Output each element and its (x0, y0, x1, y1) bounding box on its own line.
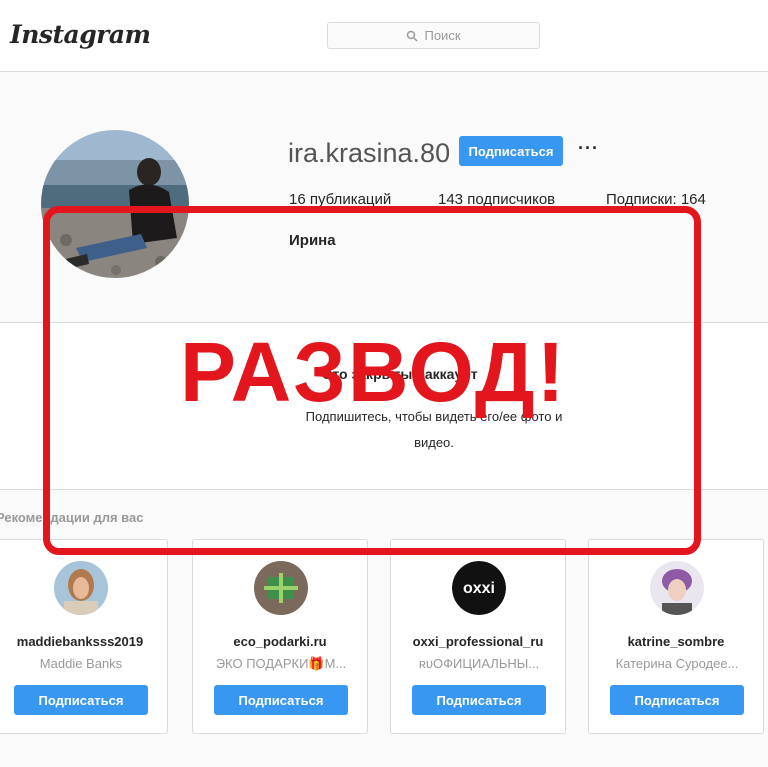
suggestion-card: maddiebanksss2019 Maddie Banks Подписать… (0, 539, 168, 734)
follow-button[interactable]: Подписаться (459, 136, 563, 166)
scam-warning-text: РАЗВОД! (180, 325, 567, 419)
top-navigation-bar: Instagram Поиск (0, 0, 768, 72)
instagram-profile-page: Instagram Поиск ira.krasina.80 Подписать… (0, 0, 768, 767)
profile-username: ira.krasina.80 (288, 138, 451, 168)
suggestion-card: oxxi oxxi_professional_ru ʀᴜОФИЦИАЛЬНЫ..… (390, 539, 566, 734)
follow-button[interactable]: Подписаться (412, 685, 546, 715)
follow-button[interactable]: Подписаться (610, 685, 744, 715)
suggestion-name: ЭКО ПОДАРКИ🎁М... (215, 656, 347, 671)
avatar[interactable] (254, 561, 308, 615)
suggestion-card: katrine_sombre Катерина Суродее... Подпи… (588, 539, 764, 734)
user-photo (54, 561, 108, 615)
search-icon (407, 30, 419, 42)
user-photo (650, 561, 704, 615)
suggestion-card: eco_podarki.ru ЭКО ПОДАРКИ🎁М... Подписат… (192, 539, 368, 734)
follow-button[interactable]: Подписаться (14, 685, 148, 715)
suggestion-username[interactable]: katrine_sombre (589, 634, 763, 649)
suggestion-username[interactable]: maddiebanksss2019 (0, 634, 167, 649)
more-options-icon[interactable]: ··· (578, 138, 599, 159)
suggestion-name: Катерина Суродее... (615, 656, 739, 671)
svg-text:oxxi: oxxi (463, 580, 495, 597)
search-input[interactable]: Поиск (327, 22, 540, 49)
avatar[interactable]: oxxi (452, 561, 506, 615)
suggestion-name: Maddie Banks (39, 656, 123, 671)
avatar[interactable] (650, 561, 704, 615)
gift-photo (254, 561, 308, 615)
search-placeholder: Поиск (424, 28, 461, 43)
suggestion-username[interactable]: eco_podarki.ru (193, 634, 367, 649)
avatar[interactable] (54, 561, 108, 615)
oxxi-logo: oxxi (452, 561, 506, 615)
instagram-logo[interactable]: Instagram (10, 20, 151, 49)
suggestion-username[interactable]: oxxi_professional_ru (391, 634, 565, 649)
follow-button[interactable]: Подписаться (214, 685, 348, 715)
suggestion-name: ʀᴜОФИЦИАЛЬНЫ... (418, 656, 540, 671)
